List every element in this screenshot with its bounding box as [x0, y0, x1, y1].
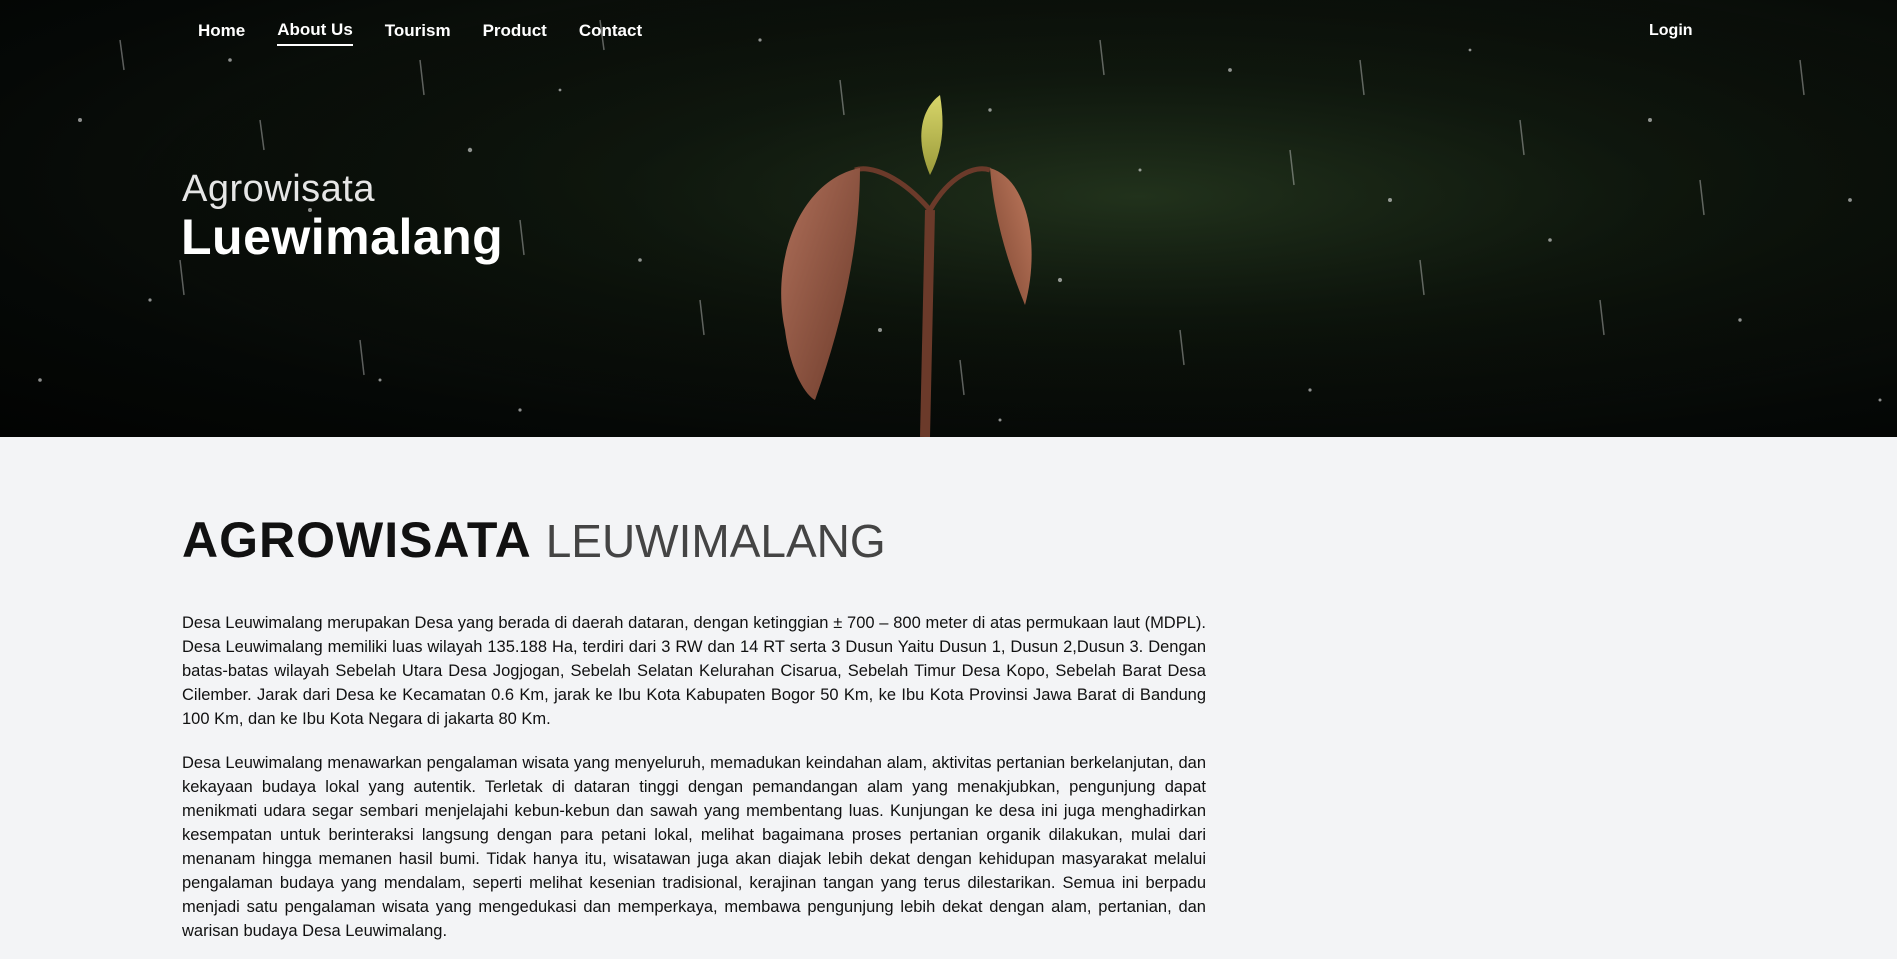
login-link[interactable]: Login: [1649, 22, 1693, 40]
nav-product[interactable]: Product: [483, 21, 547, 45]
hero-title: Luewimalang: [181, 209, 504, 265]
section-title-thin: LEUWIMALANG: [545, 515, 886, 567]
nav-contact[interactable]: Contact: [579, 21, 642, 45]
about-section: AGROWISATA LEUWIMALANG Desa Leuwimalang …: [182, 510, 1206, 943]
section-title: AGROWISATA LEUWIMALANG: [182, 510, 1206, 571]
about-paragraph-2: Desa Leuwimalang menawarkan pengalaman w…: [182, 754, 1206, 940]
nav-about-us[interactable]: About Us: [277, 20, 353, 46]
hero-subtitle: Agrowisata: [182, 168, 375, 210]
about-paragraph-1: Desa Leuwimalang merupakan Desa yang ber…: [182, 614, 1206, 728]
section-title-bold: AGROWISATA: [182, 512, 532, 568]
nav-home[interactable]: Home: [198, 21, 245, 45]
nav-tourism[interactable]: Tourism: [385, 21, 451, 45]
main-navigation: Home About Us Tourism Product Contact: [198, 20, 674, 46]
hero-banner: Home About Us Tourism Product Contact Lo…: [0, 0, 1897, 437]
